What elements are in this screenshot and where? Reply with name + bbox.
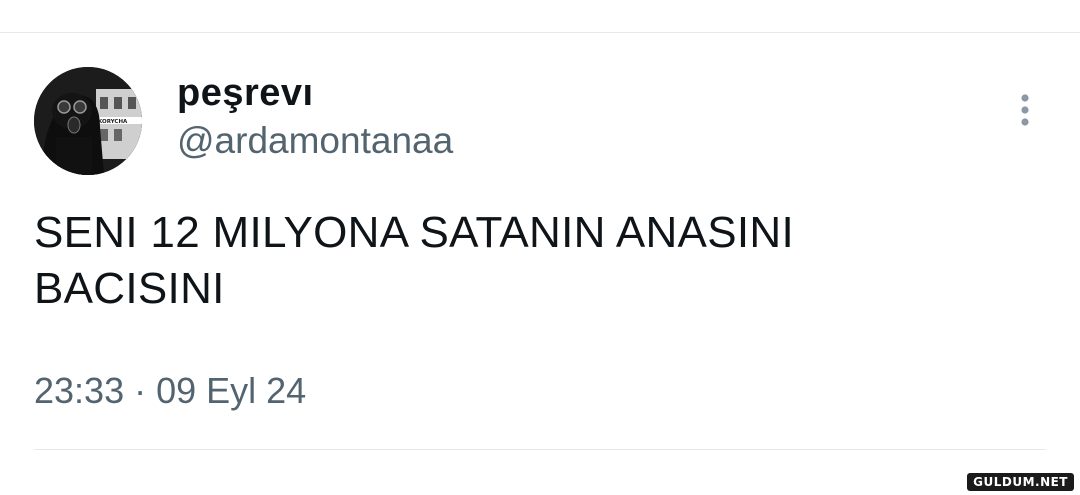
tweet-timestamp[interactable]: 23:33 · 09 Eyl 24 — [34, 369, 306, 413]
bottom-divider — [34, 449, 1046, 450]
author-handle[interactable]: @ardamontanaa — [177, 119, 453, 163]
tweet-text-line: BACISINI — [34, 264, 225, 313]
tweet-card[interactable]: KORYCHA peşrevı @ardamontanaa SENI 12 MI… — [0, 33, 1080, 453]
meta-separator: · — [134, 370, 147, 411]
more-options-button[interactable] — [1008, 91, 1042, 131]
avatar-sign-text: KORYCHA — [98, 119, 128, 125]
avatar-image: KORYCHA — [34, 67, 142, 175]
tweet-text-line: SENI 12 MILYONA SATANIN ANASINI — [34, 208, 794, 257]
tweet-date[interactable]: 09 Eyl 24 — [156, 370, 306, 411]
tweet-text: SENI 12 MILYONA SATANIN ANASINI BACISINI — [34, 205, 1034, 317]
tweet-time[interactable]: 23:33 — [34, 370, 124, 411]
avatar[interactable]: KORYCHA — [34, 67, 142, 175]
watermark-logo: GULDUM.NET — [967, 473, 1074, 491]
vertical-ellipsis-icon — [1021, 94, 1029, 126]
author-display-name[interactable]: peşrevı — [177, 71, 314, 115]
